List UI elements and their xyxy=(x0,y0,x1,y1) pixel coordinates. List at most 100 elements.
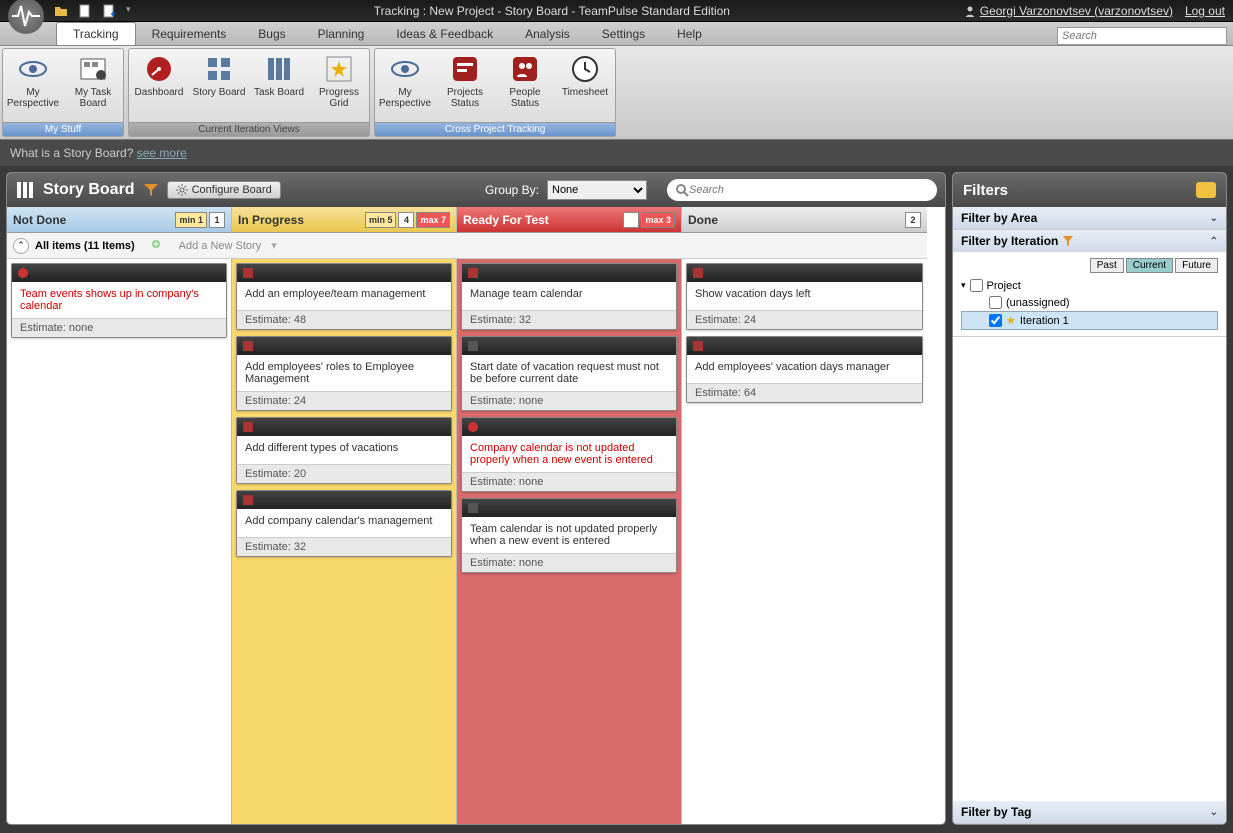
column-title: In Progress xyxy=(238,213,304,227)
tree-checkbox[interactable] xyxy=(970,279,983,292)
tab-settings[interactable]: Settings xyxy=(586,23,661,45)
collapse-toggle-icon[interactable]: ⌃ xyxy=(13,238,29,254)
board-header: Story Board Configure Board Group By: No… xyxy=(7,173,945,207)
card-title: Team calendar is not updated properly wh… xyxy=(462,517,676,553)
story-card[interactable]: Team events shows up in company's calend… xyxy=(11,263,227,338)
ribbon: My Perspective My Task Board My Stuff Da… xyxy=(0,46,1233,140)
column-header[interactable]: Not Done min 1 1 xyxy=(7,207,231,233)
column-header[interactable]: Ready For Test 4 max 3 xyxy=(457,207,681,233)
limit-min: min 1 xyxy=(175,212,207,228)
tab-planning[interactable]: Planning xyxy=(302,23,381,45)
story-icon xyxy=(466,266,480,280)
story-card[interactable]: Add company calendar's management Estima… xyxy=(236,490,452,557)
configure-board-button[interactable]: Configure Board xyxy=(167,181,281,199)
card-estimate: Estimate: 32 xyxy=(237,537,451,556)
ribbon-people-status[interactable]: People Status xyxy=(495,49,555,122)
global-search[interactable] xyxy=(1057,27,1227,45)
time-current-button[interactable]: Current xyxy=(1126,258,1173,273)
card-estimate: Estimate: none xyxy=(462,391,676,410)
tab-analysis[interactable]: Analysis xyxy=(509,23,586,45)
eye-icon xyxy=(17,53,49,85)
ribbon-projects-status[interactable]: Projects Status xyxy=(435,49,495,122)
column-header[interactable]: In Progress min 5 4 max 7 xyxy=(232,207,456,233)
story-icon xyxy=(241,493,255,507)
column-header[interactable]: Done 2 xyxy=(682,207,927,233)
limit-count: 4 xyxy=(398,212,414,228)
story-card[interactable]: Team calendar is not updated properly wh… xyxy=(461,498,677,573)
story-icon xyxy=(691,266,705,280)
story-board-icon xyxy=(203,53,235,85)
user-link[interactable]: Georgi Varzonovtsev (varzonovtsev) xyxy=(980,4,1173,18)
new-doc-icon[interactable] xyxy=(78,4,92,18)
dashboard-icon xyxy=(143,53,175,85)
filter-preset-icon[interactable] xyxy=(1196,182,1216,198)
ribbon-timesheet[interactable]: Timesheet xyxy=(555,49,615,122)
help-strip: What is a Story Board? see more xyxy=(0,140,1233,166)
story-icon xyxy=(241,420,255,434)
ribbon-my-perspective[interactable]: My Perspective xyxy=(3,49,63,122)
ribbon-item-label: Progress Grid xyxy=(311,87,367,109)
tab-ideas[interactable]: Ideas & Feedback xyxy=(380,23,509,45)
tree-label: Iteration 1 xyxy=(1020,315,1069,327)
ribbon-dashboard[interactable]: Dashboard xyxy=(129,49,189,122)
add-new-story-link[interactable]: Add a New Story xyxy=(179,240,262,252)
card-estimate: Estimate: 24 xyxy=(237,391,451,410)
groupby-select[interactable]: None xyxy=(547,180,647,200)
ribbon-progress-grid[interactable]: Progress Grid xyxy=(309,49,369,122)
ribbon-item-label: My Task Board xyxy=(65,87,121,109)
tree-expand-icon[interactable]: ▾ xyxy=(961,280,966,291)
ribbon-item-label: Dashboard xyxy=(135,87,184,98)
card-title: Show vacation days left xyxy=(687,282,922,310)
tree-row-unassigned[interactable]: (unassigned) xyxy=(961,294,1218,311)
filter-iteration-header[interactable]: Filter by Iteration ⌃ xyxy=(953,230,1226,252)
chevron-up-icon: ⌃ xyxy=(1210,236,1218,247)
tab-help[interactable]: Help xyxy=(661,23,718,45)
tree-checkbox[interactable] xyxy=(989,314,1002,327)
card-title: Manage team calendar xyxy=(462,282,676,310)
time-past-button[interactable]: Past xyxy=(1090,258,1124,273)
ribbon-task-board[interactable]: Task Board xyxy=(249,49,309,122)
story-card[interactable]: Add employees' vacation days manager Est… xyxy=(686,336,923,403)
story-card[interactable]: Start date of vacation request must not … xyxy=(461,336,677,411)
tab-requirements[interactable]: Requirements xyxy=(136,23,243,45)
filter-area-header[interactable]: Filter by Area ⌄ xyxy=(953,207,1226,229)
card-estimate: Estimate: 24 xyxy=(687,310,922,329)
card-title: Add an employee/team management xyxy=(237,282,451,310)
tree-row-iteration1[interactable]: ★ Iteration 1 xyxy=(961,311,1218,330)
tree-checkbox[interactable] xyxy=(989,296,1002,309)
dropdown-chevron-icon[interactable]: ▾ xyxy=(271,239,277,252)
global-search-input[interactable] xyxy=(1057,27,1227,45)
story-card[interactable]: Add employees' roles to Employee Managem… xyxy=(236,336,452,411)
story-card[interactable]: Add different types of vacations Estimat… xyxy=(236,417,452,484)
ribbon-item-label: Timesheet xyxy=(562,87,608,98)
story-card[interactable]: Company calendar is not updated properly… xyxy=(461,417,677,492)
tab-bugs[interactable]: Bugs xyxy=(242,23,301,45)
help-see-more-link[interactable]: see more xyxy=(137,146,187,160)
funnel-icon[interactable] xyxy=(143,182,159,198)
story-card[interactable]: Manage team calendar Estimate: 32 xyxy=(461,263,677,330)
board-search-input[interactable] xyxy=(689,184,929,196)
all-items-subheader: ⌃ All items (11 Items) Add a New Story ▾ xyxy=(7,233,927,259)
ribbon-my-task-board[interactable]: My Task Board xyxy=(63,49,123,122)
tree-row-project[interactable]: ▾ Project xyxy=(961,277,1218,294)
logout-link[interactable]: Log out xyxy=(1185,4,1225,18)
folder-icon[interactable] xyxy=(54,4,68,18)
board-search[interactable] xyxy=(667,179,937,201)
limit-max: max 7 xyxy=(416,212,450,228)
ribbon-item-label: Task Board xyxy=(254,87,304,98)
ribbon-story-board[interactable]: Story Board xyxy=(189,49,249,122)
filter-iteration-label: Filter by Iteration xyxy=(961,234,1058,248)
ribbon-cross-perspective[interactable]: My Perspective xyxy=(375,49,435,122)
funnel-icon xyxy=(1062,235,1074,247)
time-future-button[interactable]: Future xyxy=(1175,258,1218,273)
dropdown-chevron-icon[interactable]: ▾ xyxy=(126,4,140,18)
card-title: Company calendar is not updated properly… xyxy=(462,436,676,472)
filter-tag-header[interactable]: Filter by Tag ⌄ xyxy=(953,801,1226,823)
story-card[interactable]: Show vacation days left Estimate: 24 xyxy=(686,263,923,330)
ribbon-item-label: My Perspective xyxy=(377,87,433,109)
story-card[interactable]: Add an employee/team management Estimate… xyxy=(236,263,452,330)
card-title: Add different types of vacations xyxy=(237,436,451,464)
ribbon-item-label: People Status xyxy=(497,87,553,109)
tab-tracking[interactable]: Tracking xyxy=(56,22,136,45)
new-doc-plus-icon[interactable] xyxy=(102,4,116,18)
